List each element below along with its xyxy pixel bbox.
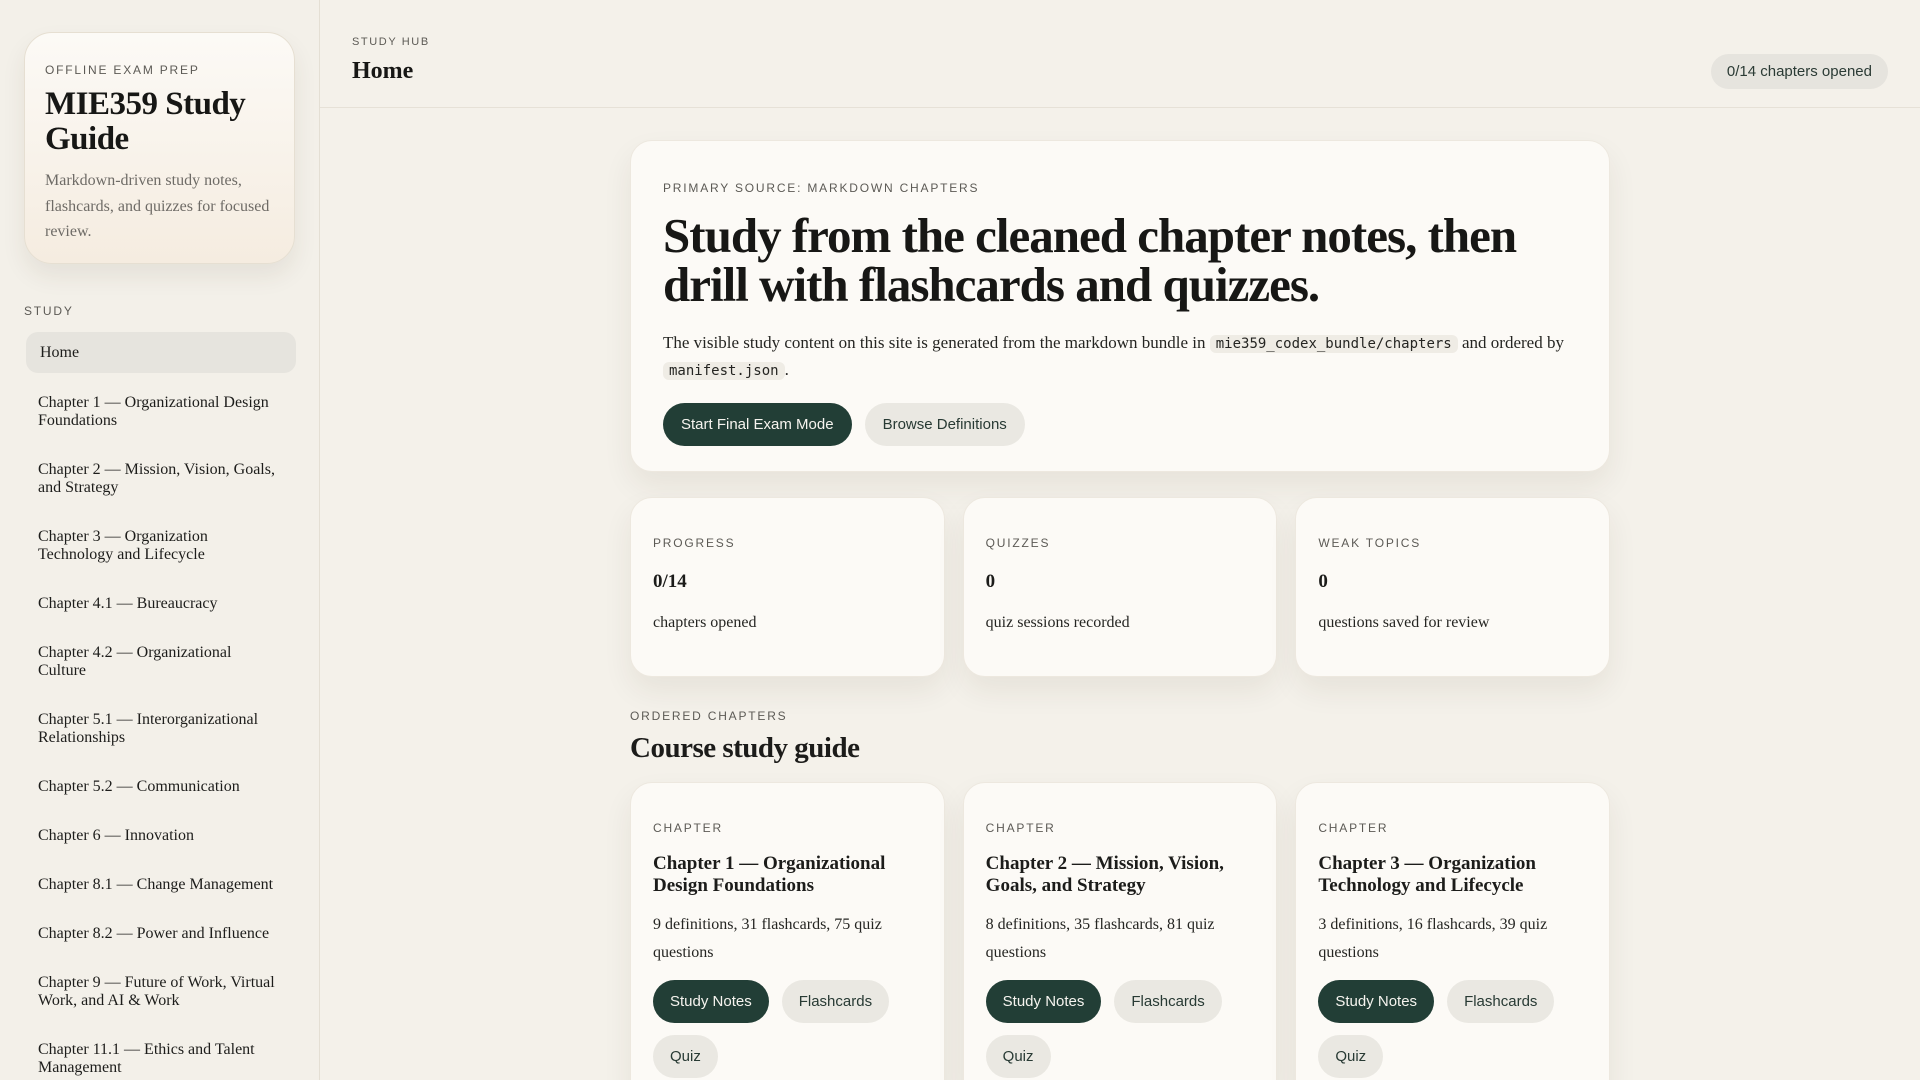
- sidebar-item-chapter-4-1[interactable]: Chapter 4.1 — Bureaucracy: [24, 582, 297, 631]
- stat-label: questions saved for review: [1318, 614, 1490, 631]
- sidebar: OFFLINE EXAM PREP MIE359 Study Guide Mar…: [0, 0, 320, 1080]
- nav-heading: STUDY: [24, 304, 74, 318]
- start-final-exam-button[interactable]: Start Final Exam Mode: [663, 403, 852, 447]
- quiz-button[interactable]: Quiz: [1318, 1034, 1384, 1078]
- sidebar-item-chapter-3[interactable]: Chapter 3 — Organization Technology and …: [24, 515, 297, 582]
- stat-value: 0: [985, 571, 996, 592]
- stat-eyebrow: WEAK TOPICS: [1318, 536, 1422, 550]
- browse-definitions-button[interactable]: Browse Definitions: [864, 403, 1025, 447]
- stats-row: PROGRESS 0/14 chapters opened QUIZZES 0 …: [630, 497, 1611, 677]
- chapter-meta: 8 definitions, 35 flashcards, 81 quiz qu…: [985, 916, 1215, 961]
- chapter-meta: 3 definitions, 16 flashcards, 39 quiz qu…: [1318, 916, 1548, 961]
- hero-actions: Start Final Exam Mode Browse Definitions: [663, 403, 1577, 447]
- sidebar-item-chapter-6[interactable]: Chapter 6 — Innovation: [24, 814, 297, 863]
- study-notes-button[interactable]: Study Notes: [985, 979, 1102, 1023]
- progress-chip: 0/14 chapters opened: [1710, 54, 1888, 89]
- brand-eyebrow: OFFLINE EXAM PREP: [45, 63, 200, 77]
- chapter-card-3: CHAPTER Chapter 3 — Organization Technol…: [1295, 782, 1611, 1080]
- brand-description: Markdown-driven study notes, flashcards,…: [45, 172, 270, 241]
- stat-eyebrow: QUIZZES: [985, 536, 1051, 550]
- stat-card-quizzes: QUIZZES 0 quiz sessions recorded: [962, 497, 1278, 677]
- study-notes-button[interactable]: Study Notes: [1318, 979, 1435, 1023]
- chapter-actions: Study Notes Flashcards Quiz: [1318, 979, 1587, 1078]
- section-eyebrow: ORDERED CHAPTERS: [630, 709, 788, 723]
- stat-card-weak-topics: WEAK TOPICS 0 questions saved for review: [1295, 497, 1611, 677]
- stat-card-progress: PROGRESS 0/14 chapters opened: [630, 497, 945, 677]
- stat-value: 0/14: [653, 571, 687, 592]
- sidebar-nav: Home Chapter 1 — Organizational Design F…: [24, 332, 297, 1080]
- manifest-code: manifest.json: [663, 362, 785, 381]
- chapters-path-code: mie359_codex_bundle/chapters: [1209, 335, 1458, 353]
- stat-value: 0: [1318, 571, 1328, 592]
- flashcards-button[interactable]: Flashcards: [1447, 979, 1555, 1023]
- sidebar-item-chapter-5-2[interactable]: Chapter 5.2 — Communication: [24, 765, 297, 814]
- chapter-title: Chapter 3 — Organization Technology and …: [1318, 853, 1536, 897]
- study-notes-button[interactable]: Study Notes: [653, 979, 769, 1023]
- sidebar-item-chapter-8-2[interactable]: Chapter 8.2 — Power and Influence: [24, 912, 297, 961]
- section-title: Course study guide: [630, 732, 860, 764]
- chapter-cards: CHAPTER Chapter 1 — Organizational Desig…: [630, 782, 1611, 1080]
- stat-label: quiz sessions recorded: [985, 614, 1130, 631]
- chapter-title: Chapter 1 — Organizational Design Founda…: [653, 853, 886, 897]
- flashcards-button[interactable]: Flashcards: [1114, 979, 1222, 1023]
- sidebar-item-home[interactable]: Home: [26, 332, 296, 373]
- page-title: Home: [352, 58, 414, 84]
- sidebar-item-chapter-5-1[interactable]: Chapter 5.1 — Interorganizational Relati…: [24, 698, 297, 765]
- main-content: PRIMARY SOURCE: MARKDOWN CHAPTERS Study …: [630, 140, 1611, 1080]
- sidebar-item-chapter-4-2[interactable]: Chapter 4.2 — Organizational Culture: [24, 631, 297, 698]
- quiz-button[interactable]: Quiz: [653, 1034, 718, 1078]
- top-bar: STUDY HUB Home 0/14 chapters opened: [320, 0, 1920, 108]
- chapter-eyebrow: CHAPTER: [1318, 821, 1389, 835]
- chapter-actions: Study Notes Flashcards Quiz: [653, 979, 922, 1078]
- stat-label: chapters opened: [653, 614, 757, 631]
- chapter-meta: 9 definitions, 31 flashcards, 75 quiz qu…: [653, 916, 882, 961]
- brand-title: MIE359 Study Guide: [45, 86, 246, 157]
- chapter-card-1: CHAPTER Chapter 1 — Organizational Desig…: [630, 782, 945, 1080]
- chapter-eyebrow: CHAPTER: [985, 821, 1056, 835]
- hero-desc-before: The visible study content on this site i…: [663, 333, 1206, 352]
- chapter-card-2: CHAPTER Chapter 2 — Mission, Vision, Goa…: [962, 782, 1278, 1080]
- chapter-actions: Study Notes Flashcards Quiz: [985, 979, 1255, 1078]
- sidebar-item-chapter-11-1[interactable]: Chapter 11.1 — Ethics and Talent Managem…: [24, 1028, 297, 1080]
- header-eyebrow: STUDY HUB: [352, 36, 430, 48]
- hero-desc-middle: and ordered by: [1462, 333, 1564, 352]
- hero-desc-after: .: [784, 360, 789, 380]
- hero-card: PRIMARY SOURCE: MARKDOWN CHAPTERS Study …: [630, 140, 1610, 472]
- stat-eyebrow: PROGRESS: [653, 536, 736, 550]
- hero-eyebrow: PRIMARY SOURCE: MARKDOWN CHAPTERS: [663, 181, 980, 195]
- chapters-section-header: ORDERED CHAPTERS Course study guide: [630, 709, 1610, 765]
- sidebar-item-chapter-1[interactable]: Chapter 1 — Organizational Design Founda…: [24, 381, 297, 448]
- sidebar-item-chapter-2[interactable]: Chapter 2 — Mission, Vision, Goals, and …: [24, 448, 297, 515]
- chapter-eyebrow: CHAPTER: [653, 821, 723, 835]
- brand-card: OFFLINE EXAM PREP MIE359 Study Guide Mar…: [24, 32, 295, 264]
- flashcards-button[interactable]: Flashcards: [781, 979, 890, 1023]
- quiz-button[interactable]: Quiz: [985, 1034, 1051, 1078]
- sidebar-item-chapter-8-1[interactable]: Chapter 8.1 — Change Management: [24, 863, 297, 912]
- chapter-title: Chapter 2 — Mission, Vision, Goals, and …: [985, 853, 1224, 897]
- hero-description: The visible study content on this site i…: [663, 329, 1577, 383]
- sidebar-item-chapter-9[interactable]: Chapter 9 — Future of Work, Virtual Work…: [24, 961, 297, 1028]
- hero-title: Study from the cleaned chapter notes, th…: [663, 208, 1517, 312]
